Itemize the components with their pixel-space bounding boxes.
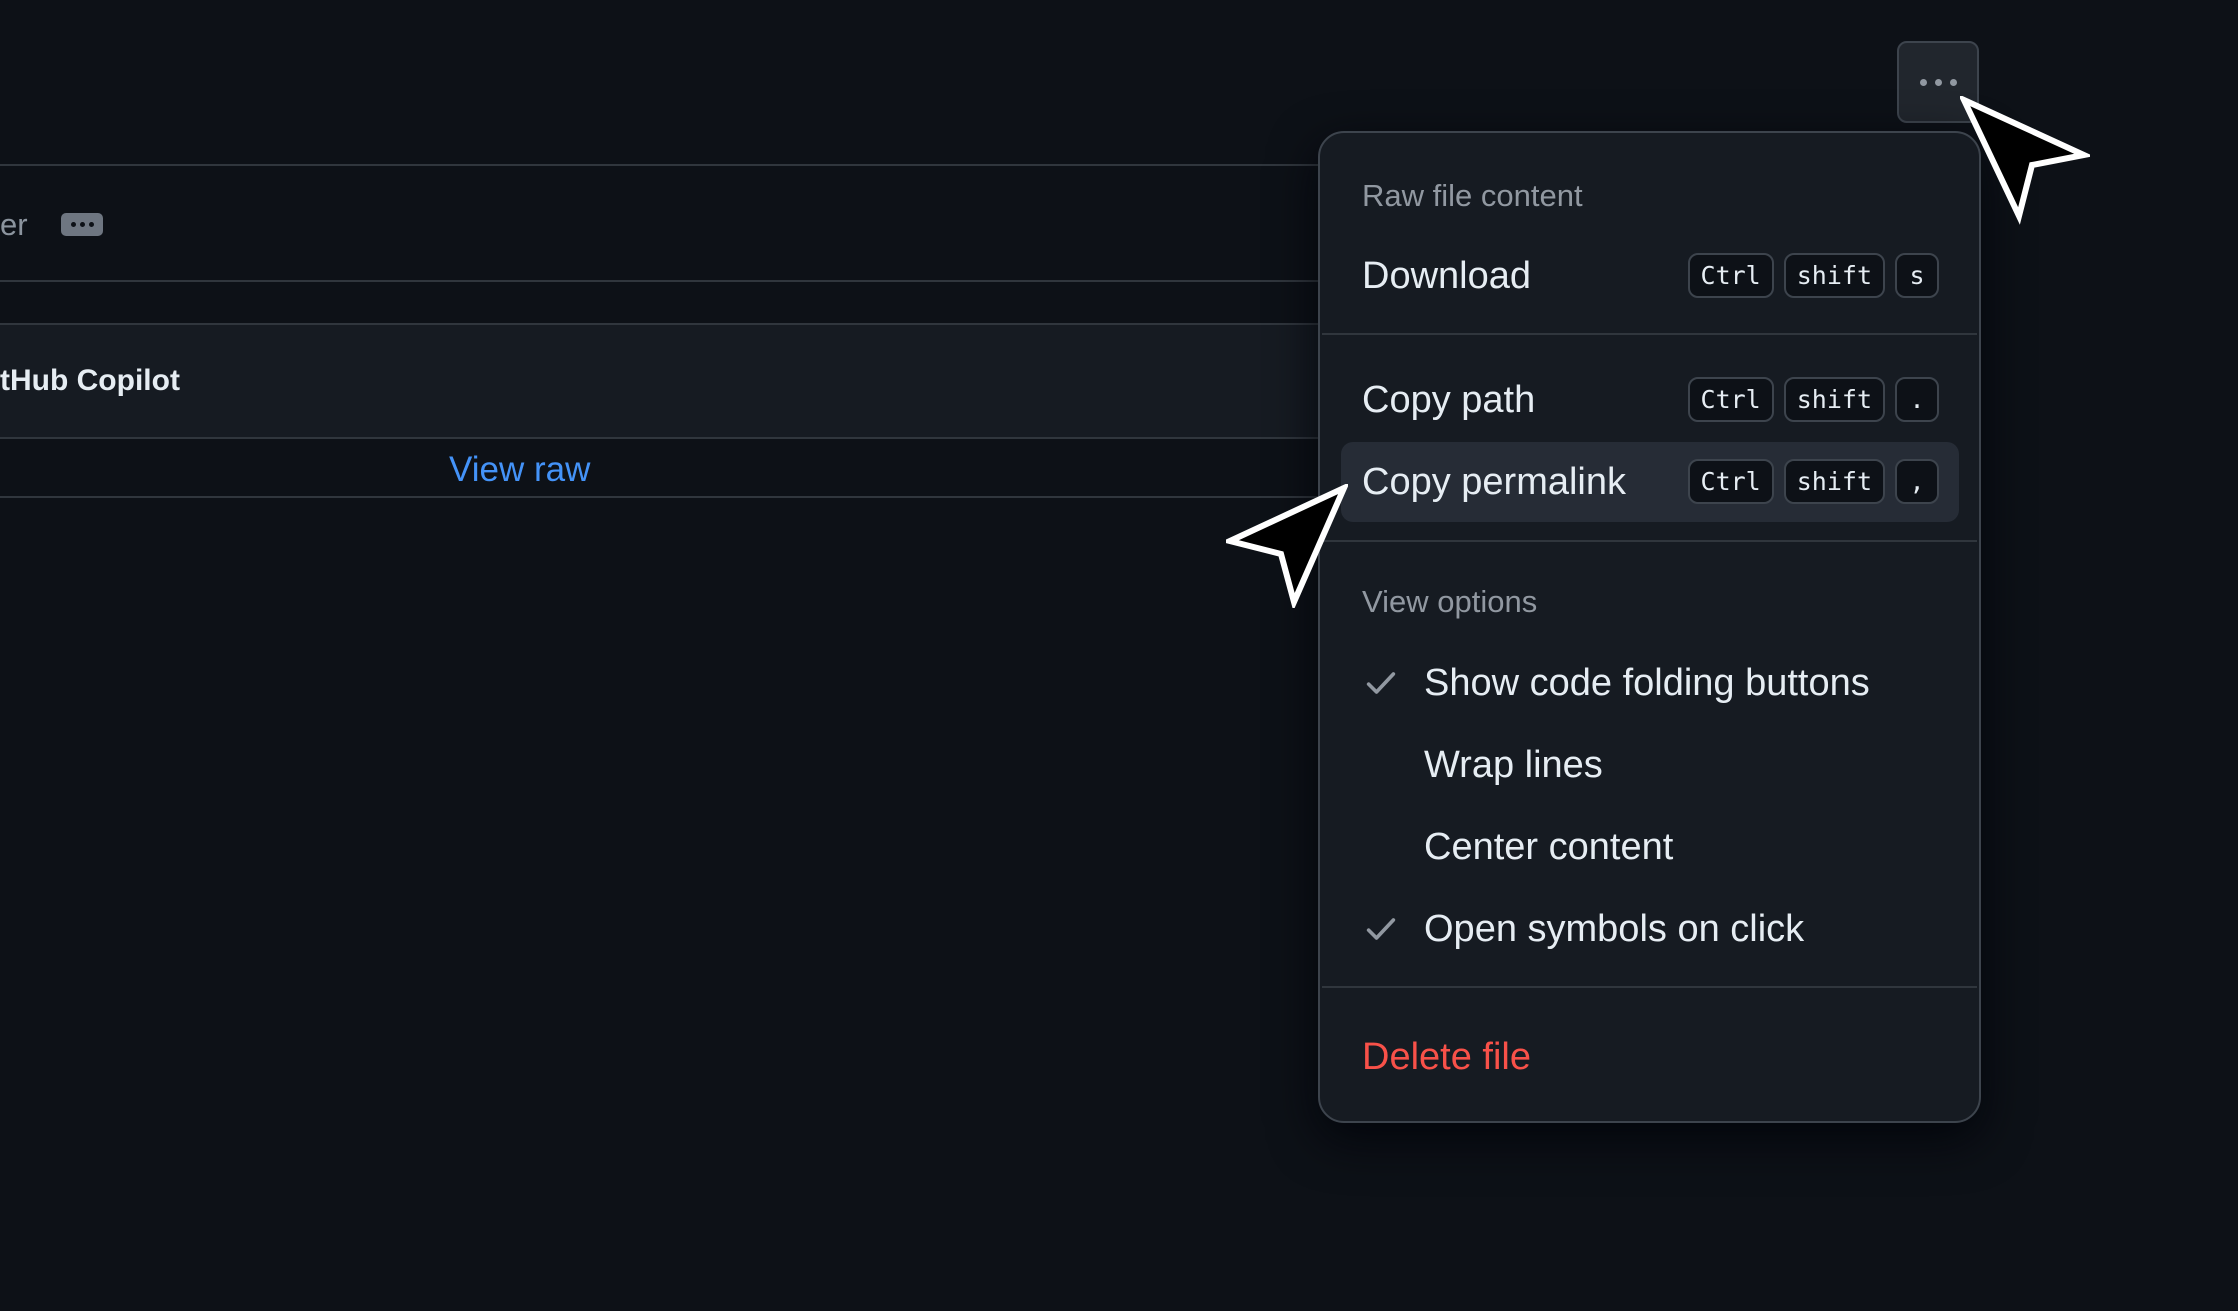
ellipsis-icon[interactable] [61,213,103,236]
key-cap: shift [1783,377,1885,422]
raw-file-content-label: Raw file content [1362,178,1583,213]
copy-path-menu-item[interactable]: Copy path Ctrl shift . [1341,360,1959,440]
commit-bar [0,323,1320,439]
key-cap: Ctrl [1687,377,1774,422]
check-icon [1366,672,1396,694]
show-code-folding-option[interactable]: Show code folding buttons [1341,643,1959,723]
wrap-lines-option[interactable]: Wrap lines [1341,725,1959,805]
author-name-fragment[interactable]: er [0,207,28,243]
wrap-lines-label: Wrap lines [1424,743,1603,786]
check-icon [1366,918,1396,940]
download-label: Download [1362,254,1531,297]
view-options-label: View options [1362,584,1538,619]
open-symbols-option[interactable]: Open symbols on click [1341,889,1959,969]
key-cap: . [1895,377,1939,422]
kebab-horizontal-icon[interactable] [1897,41,1979,123]
key-cap: Ctrl [1687,253,1774,298]
copy-permalink-menu-item[interactable]: Copy permalink Ctrl shift , [1341,442,1959,522]
file-actions-menu: Raw file content Download Ctrl shift s C… [1318,131,1981,1123]
menu-divider [1322,540,1977,542]
key-cap: shift [1783,459,1885,504]
header-bottom-border [0,280,1320,282]
center-content-label: Center content [1424,825,1674,868]
file-box-border [0,496,1320,498]
download-shortcut: Ctrl shift s [1687,253,1939,298]
copy-path-label: Copy path [1362,378,1536,421]
copy-permalink-shortcut: Ctrl shift , [1687,459,1939,504]
download-menu-item[interactable]: Download Ctrl shift s [1341,236,1959,316]
copy-path-shortcut: Ctrl shift . [1687,377,1939,422]
key-cap: , [1895,459,1939,504]
commit-author[interactable]: tHub Copilot [0,364,180,398]
center-content-option[interactable]: Center content [1341,807,1959,887]
show-code-folding-label: Show code folding buttons [1424,661,1870,704]
delete-file-menu-item[interactable]: Delete file [1341,1017,1959,1097]
delete-file-label: Delete file [1362,1035,1531,1078]
menu-divider [1322,986,1977,988]
copy-permalink-label: Copy permalink [1362,460,1626,503]
key-cap: shift [1783,253,1885,298]
key-cap: Ctrl [1687,459,1774,504]
header-top-border [0,164,1320,166]
view-raw-link[interactable]: View raw [449,450,590,490]
screen: er tHub Copilot View raw Raw file conten… [0,0,2238,1311]
open-symbols-label: Open symbols on click [1424,907,1805,950]
menu-divider [1322,333,1977,335]
key-cap: s [1895,253,1939,298]
